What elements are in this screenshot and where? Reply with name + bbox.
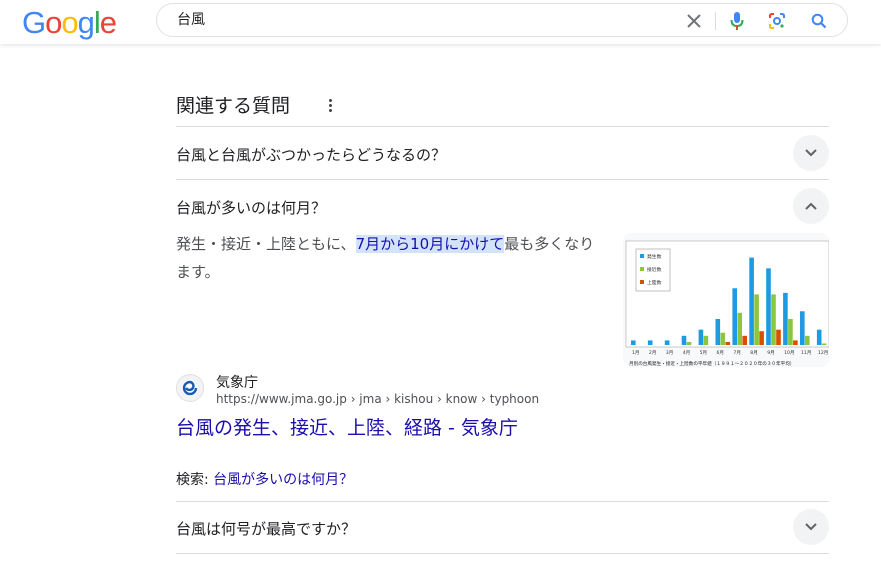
search-box[interactable]: [156, 3, 848, 37]
chart-bar: [821, 343, 827, 345]
typhoon-chart: 1月 2月 3月 4月 5月 6月 7月 8月 9月 10月 11月 12月 発生数接近数上陸数 月別…: [625, 240, 829, 367]
question-row[interactable]: 台風は何号が最高ですか？: [176, 502, 829, 552]
chart-bar: [766, 268, 771, 345]
search-suggestion: 検索: 台風が多いのは何月？: [176, 469, 353, 489]
more-vert-icon[interactable]: [324, 95, 336, 115]
clear-button[interactable]: [681, 8, 707, 34]
expand-button[interactable]: [793, 135, 829, 171]
chart-tick-label: 1月: [632, 350, 640, 356]
chart-bar: [776, 329, 781, 345]
chart-bar: [749, 257, 754, 345]
divider: [176, 179, 829, 180]
collapse-button[interactable]: [793, 188, 829, 224]
answer-thumbnail[interactable]: 1月 2月 3月 4月 5月 6月 7月 8月 9月 10月 11月 12月 発生数接近数上陸数 月別…: [623, 233, 829, 367]
mic-icon: [730, 12, 744, 30]
chart-legend-swatch: [640, 280, 644, 284]
chart-bar: [754, 294, 759, 345]
chart-bar: [681, 335, 687, 345]
site-favicon: [176, 374, 204, 402]
chart-bar: [816, 329, 822, 345]
chart-tick-label: 6月: [717, 350, 725, 356]
search-icon: [811, 13, 827, 29]
lens-search-button[interactable]: [764, 8, 790, 34]
chart-bar: [720, 332, 726, 345]
chart-bar: [686, 341, 692, 345]
question-text: 台風と台風がぶつかったらどうなるの？: [176, 146, 447, 164]
chart-bar: [715, 318, 721, 345]
lens-icon: [769, 13, 785, 29]
chart-bar: [788, 318, 793, 345]
chart-tick-label: 9月: [767, 350, 775, 356]
chart-tick-label: 3月: [666, 350, 674, 356]
answer-text: 発生・接近・上陸ともに、: [176, 235, 356, 253]
search-label: 検索:: [176, 472, 214, 488]
chart-tick-label: 4月: [683, 350, 691, 356]
expand-button[interactable]: [793, 509, 829, 545]
chart-legend-label: 上陸数: [647, 279, 662, 286]
logo-letter: G: [22, 5, 46, 40]
close-icon: [687, 14, 701, 28]
chart-bar: [805, 335, 810, 345]
chart-bar: [800, 311, 805, 345]
chart-legend-label: 発生数: [647, 253, 662, 260]
chart-bar: [742, 335, 747, 345]
logo-letter: o: [61, 5, 78, 40]
chart-tick-label: 5月: [700, 350, 708, 356]
chart-tick-label: 7月: [733, 350, 741, 356]
chart-tick-label: 12月: [818, 350, 828, 356]
logo-letter: g: [77, 5, 95, 40]
chart-legend-swatch: [640, 254, 644, 258]
chart-tick-label: 8月: [750, 350, 758, 356]
question-text: 台風が多いのは何月？: [176, 199, 327, 217]
chevron-down-icon: [805, 523, 817, 531]
chart-caption: 月別の台風発生・接近・上陸数の平年値（１９９１～２０２０年の３０年平均）: [629, 360, 794, 367]
chart-bar: [732, 288, 737, 345]
chart-tick-label: 10月: [784, 350, 794, 356]
answer-snippet: 発生・接近・上陸ともに、7月から10月にかけて最も多くなります。: [176, 230, 606, 286]
result-title-link[interactable]: 台風の発生、接近、上陸、経路 - 気象庁: [176, 413, 518, 440]
chart-bar: [631, 340, 636, 345]
site-url: https://www.jma.go.jp › jma › kishou › k…: [216, 392, 540, 406]
search-input[interactable]: [177, 11, 577, 27]
search-button[interactable]: [806, 8, 832, 34]
search-suggestion-link[interactable]: 台風が多いのは何月？: [213, 472, 353, 488]
chevron-down-icon: [805, 149, 817, 157]
chart-bar: [703, 335, 709, 345]
chevron-up-icon: [805, 202, 817, 210]
chart-legend-swatch: [640, 267, 644, 271]
chart-bar: [783, 292, 788, 345]
voice-search-button[interactable]: [724, 8, 750, 34]
header: Google: [0, 0, 881, 44]
divider: [176, 553, 829, 554]
chart-bar: [759, 331, 764, 345]
chart-bar: [725, 341, 731, 345]
question-text: 台風は何号が最高ですか？: [176, 520, 357, 538]
chart-bar: [793, 340, 798, 345]
question-row[interactable]: 台風と台風がぶつかったらどうなるの？: [176, 128, 829, 178]
chart-bar: [647, 340, 653, 345]
site-name: 気象庁: [216, 375, 258, 391]
paa-title: 関連する質問: [176, 95, 291, 117]
chart-tick-label: 2月: [649, 350, 657, 356]
chart-bar: [771, 294, 776, 345]
chart-legend-label: 接近数: [647, 266, 662, 273]
answer-highlight: 7月から10月にかけて: [355, 235, 505, 253]
chart-bar: [698, 329, 704, 345]
question-row-expanded[interactable]: 台風が多いのは何月？: [176, 181, 829, 231]
chart-bar: [737, 312, 742, 345]
google-logo[interactable]: Google: [22, 5, 117, 41]
chart-bar: [664, 340, 670, 345]
jma-logo-icon: [182, 380, 198, 396]
logo-letter: o: [45, 5, 62, 40]
logo-letter: e: [99, 5, 117, 40]
chart-tick-label: 11月: [801, 350, 811, 356]
divider: [176, 126, 829, 127]
search-divider: [715, 12, 716, 30]
